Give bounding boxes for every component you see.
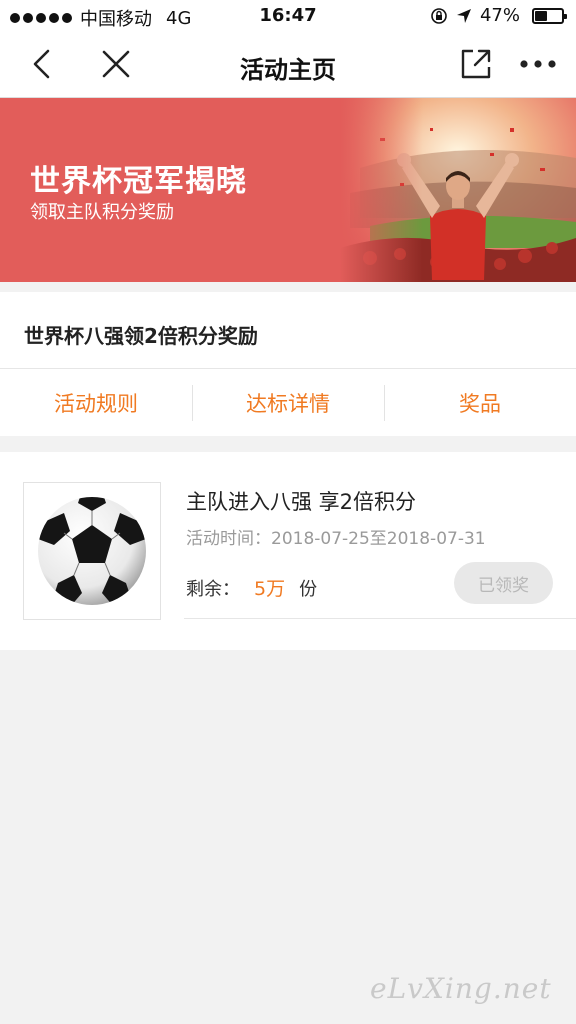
- back-icon[interactable]: [24, 46, 60, 82]
- tab-prizes[interactable]: 奖品: [384, 369, 576, 436]
- reward-time-range: 2018-07-25至2018-07-31: [271, 529, 486, 549]
- battery-icon: [532, 7, 567, 24]
- activity-card: 世界杯八强领2倍积分奖励 活动规则 达标详情 奖品: [0, 292, 576, 436]
- remain-unit: 份: [299, 579, 318, 600]
- rotation-lock-icon: [431, 7, 447, 24]
- reward-remaining: 剩余： 5万 份: [186, 574, 317, 601]
- battery-percent: 47%: [479, 5, 520, 26]
- remain-value: 5万: [254, 578, 286, 600]
- tab-progress-details[interactable]: 达标详情: [192, 369, 384, 436]
- reward-time-label: 活动时间：: [186, 529, 271, 549]
- divider: [184, 618, 576, 619]
- claimed-button[interactable]: 已领奖: [454, 562, 553, 604]
- status-right: 47%: [430, 5, 567, 26]
- more-icon[interactable]: [516, 46, 560, 82]
- reward-card[interactable]: 主队进入八强 享2倍积分 活动时间：2018-07-25至2018-07-31 …: [0, 452, 576, 650]
- share-icon[interactable]: [458, 46, 494, 82]
- tab-rules[interactable]: 活动规则: [0, 369, 192, 436]
- nav-bar: 活动主页: [0, 32, 576, 98]
- activity-title: 世界杯八强领2倍积分奖励: [24, 324, 258, 348]
- reward-thumbnail: [23, 482, 161, 620]
- remain-label: 剩余：: [186, 579, 240, 600]
- banner-subtitle: 领取主队积分奖励: [30, 202, 174, 223]
- promo-banner[interactable]: 世界杯冠军揭晓 领取主队积分奖励: [0, 98, 576, 282]
- activity-tabs: 活动规则 达标详情 奖品: [0, 368, 576, 436]
- status-bar: 中国移动 4G 16:47 47%: [0, 0, 576, 32]
- stadium-fan-illustration: [340, 98, 576, 282]
- location-arrow-icon: [456, 8, 471, 23]
- reward-name: 主队进入八强 享2倍积分: [186, 490, 417, 514]
- watermark: eLvXing.net: [370, 972, 552, 1005]
- close-icon[interactable]: [98, 46, 134, 82]
- reward-time: 活动时间：2018-07-25至2018-07-31: [186, 524, 486, 549]
- battery-fill: [535, 10, 548, 21]
- soccer-ball-icon: [38, 497, 146, 605]
- banner-title: 世界杯冠军揭晓: [30, 164, 247, 199]
